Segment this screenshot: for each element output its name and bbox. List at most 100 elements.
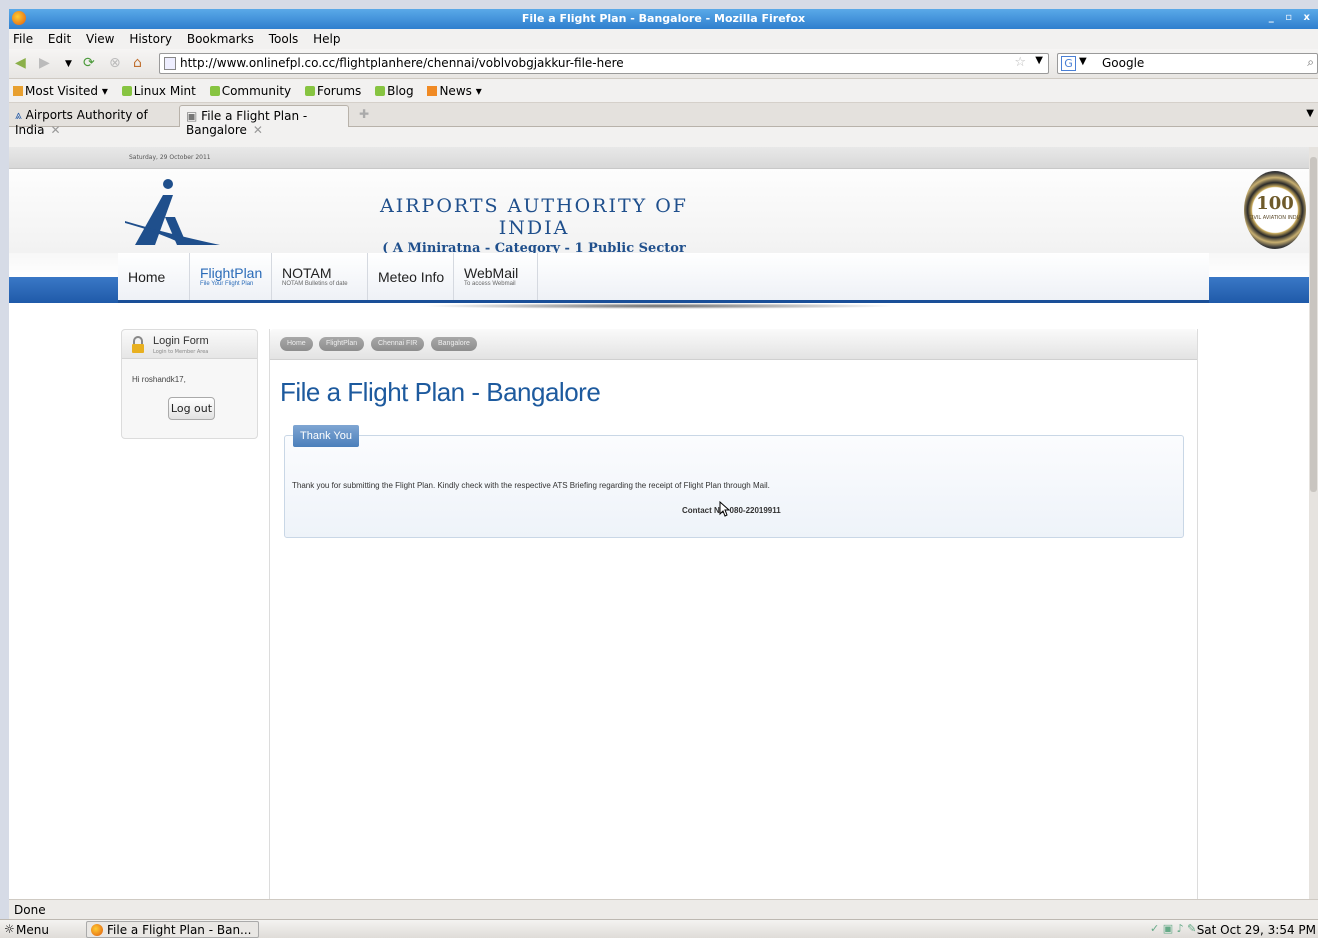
- menu-help[interactable]: Help: [313, 32, 340, 46]
- nav-sublabel: To access Webmail: [464, 281, 516, 287]
- nav-flightplan[interactable]: FlightPlan File Your Flight Plan: [190, 253, 272, 300]
- history-dropdown-icon[interactable]: ▼: [65, 59, 72, 69]
- bookmark-community[interactable]: Community: [209, 84, 292, 98]
- breadcrumb-chennai-fir[interactable]: Chennai FIR: [371, 337, 425, 351]
- bookmark-icon: [121, 86, 132, 96]
- close-tab-icon[interactable]: ✕: [253, 123, 263, 137]
- search-bar[interactable]: G ▼ Google ⌕: [1057, 53, 1318, 74]
- login-title: Login Form: [153, 335, 209, 347]
- logout-button[interactable]: Log out: [168, 397, 215, 420]
- nav-home[interactable]: Home: [118, 253, 190, 300]
- menu-gear-icon[interactable]: ☼: [4, 922, 15, 936]
- task-label: File a Flight Plan - Ban...: [107, 923, 252, 937]
- bookmark-label: Forums: [316, 84, 362, 98]
- date-bar: Saturday, 29 October 2011: [9, 147, 1309, 169]
- contact-number: Contact No: 080-22019911: [682, 506, 781, 515]
- nav-sublabel: NOTAM Bulletins of date: [282, 281, 348, 287]
- home-icon[interactable]: ⌂: [133, 55, 142, 71]
- bookmark-most-visited[interactable]: Most Visited ▾: [13, 84, 108, 98]
- nav-sublabel: File Your Flight Plan: [200, 281, 254, 287]
- bookmark-forums[interactable]: Forums: [304, 84, 362, 98]
- url-text: http://www.onlinefpl.co.cc/flightplanher…: [180, 56, 624, 70]
- search-input[interactable]: Google: [1102, 56, 1144, 70]
- login-subtitle: Login to Member Area: [153, 349, 209, 355]
- login-form: Login Form Login to Member Area Hi rosha…: [121, 329, 258, 439]
- nav-label: Home: [128, 269, 166, 285]
- title-bar: File a Flight Plan - Bangalore - Mozilla…: [9, 9, 1318, 29]
- bookmark-icon: [304, 86, 315, 96]
- menu-tools[interactable]: Tools: [269, 32, 299, 46]
- menu-edit[interactable]: Edit: [48, 32, 71, 46]
- url-bar[interactable]: http://www.onlinefpl.co.cc/flightplanher…: [159, 53, 1049, 74]
- breadcrumb-bangalore[interactable]: Bangalore: [431, 337, 477, 351]
- bookmark-news[interactable]: News ▾: [427, 84, 482, 98]
- page-title: File a Flight Plan - Bangalore: [280, 377, 601, 407]
- taskbar-firefox-task[interactable]: File a Flight Plan - Ban...: [86, 921, 259, 938]
- tab-airports-authority[interactable]: ⩓ Airports Authority of India ✕: [9, 105, 177, 137]
- vertical-scrollbar[interactable]: [1309, 147, 1318, 908]
- close-tab-icon[interactable]: ✕: [50, 123, 60, 137]
- reload-icon[interactable]: ⟳: [83, 55, 95, 71]
- menu-history[interactable]: History: [129, 32, 172, 46]
- thank-you-legend: Thank You: [293, 425, 359, 447]
- nav-meteo-info[interactable]: Meteo Info: [368, 253, 454, 300]
- tab-strip: ⩓ Airports Authority of India ✕ ▣ File a …: [9, 103, 1318, 137]
- bookmark-label: Most Visited ▾: [25, 84, 108, 98]
- user-greeting: Hi roshandk17,: [132, 375, 186, 384]
- main-panel: Home FlightPlan Chennai FIR Bangalore Fi…: [269, 329, 1198, 908]
- page-tab-icon: ▣: [186, 109, 198, 123]
- main-nav-strip: Home FlightPlan File Your Flight Plan NO…: [9, 253, 1309, 303]
- navigation-toolbar: ◀ ▶ ▼ ⟳ ⊗ ⌂ http://www.onlinefpl.co.cc/f…: [9, 49, 1318, 79]
- google-engine-icon[interactable]: G: [1061, 56, 1076, 71]
- taskbar-menu[interactable]: Menu: [16, 923, 49, 937]
- nav-shadow: [419, 303, 899, 309]
- firefox-icon: [91, 924, 103, 936]
- window-controls[interactable]: _ ▫ x: [1269, 12, 1314, 23]
- url-dropdown-icon[interactable]: ▼: [1035, 55, 1043, 66]
- tab-label: File a Flight Plan - Bangalore: [186, 109, 308, 137]
- nav-label: FlightPlan: [200, 265, 263, 281]
- rss-icon: [427, 86, 438, 96]
- nav-label: Meteo Info: [378, 269, 445, 285]
- scrollbar-thumb[interactable]: [1310, 157, 1317, 492]
- seal-number: 100: [1256, 193, 1294, 214]
- bookmark-icon: [209, 86, 220, 96]
- tab-file-flight-plan[interactable]: ▣ File a Flight Plan - Bangalore ✕: [179, 105, 349, 137]
- system-tray-icons[interactable]: ✓ ▣ ♪ ✎: [1150, 922, 1196, 935]
- back-icon[interactable]: ◀: [15, 55, 26, 71]
- clock[interactable]: Sat Oct 29, 3:54 PM: [1197, 923, 1316, 937]
- nav-label: WebMail: [464, 265, 519, 281]
- bookmark-blog[interactable]: Blog: [375, 84, 414, 98]
- engine-dropdown-icon[interactable]: ▼: [1079, 56, 1087, 67]
- window-title: File a Flight Plan - Bangalore - Mozilla…: [521, 12, 806, 25]
- bookmark-label: Community: [221, 84, 292, 98]
- menu-bookmarks[interactable]: Bookmarks: [187, 32, 254, 46]
- site-header: AIRPORTS AUTHORITY OF INDIA ( A Miniratn…: [9, 169, 1309, 271]
- thank-you-box: Thank You Thank you for submitting the F…: [284, 425, 1184, 538]
- nav-notam[interactable]: NOTAM NOTAM Bulletins of date: [272, 253, 368, 300]
- stop-icon[interactable]: ⊗: [109, 55, 121, 71]
- seal-text: CIVIL AVIATION INDIA: [1248, 215, 1302, 221]
- aai-logo-icon: [125, 179, 220, 245]
- bookmark-linux-mint[interactable]: Linux Mint: [121, 84, 196, 98]
- aai-tab-icon: ⩓: [15, 108, 22, 122]
- status-bar: Done: [9, 899, 1318, 919]
- menu-file[interactable]: File: [13, 32, 33, 46]
- breadcrumb: Home FlightPlan Chennai FIR Bangalore: [270, 329, 1197, 360]
- bookmark-label: News ▾: [439, 84, 482, 98]
- centenary-seal-icon: 100 CIVIL AVIATION INDIA: [1244, 171, 1306, 249]
- lock-icon: [132, 336, 144, 353]
- new-tab-icon[interactable]: ✚: [359, 107, 369, 121]
- menu-view[interactable]: View: [86, 32, 114, 46]
- breadcrumb-flightplan[interactable]: FlightPlan: [319, 337, 365, 351]
- bookmark-label: Blog: [387, 84, 414, 98]
- confirmation-message: Thank you for submitting the Flight Plan…: [292, 481, 770, 490]
- forward-icon[interactable]: ▶: [39, 55, 50, 71]
- tab-label: Airports Authority of India: [15, 108, 148, 137]
- browser-window: File a Flight Plan - Bangalore - Mozilla…: [9, 9, 1318, 938]
- search-icon[interactable]: ⌕: [1307, 55, 1314, 70]
- breadcrumb-home[interactable]: Home: [280, 337, 313, 351]
- list-tabs-icon[interactable]: ▼: [1306, 108, 1314, 119]
- bookmark-star-icon[interactable]: ☆: [1014, 55, 1026, 70]
- nav-webmail[interactable]: WebMail To access Webmail: [454, 253, 538, 300]
